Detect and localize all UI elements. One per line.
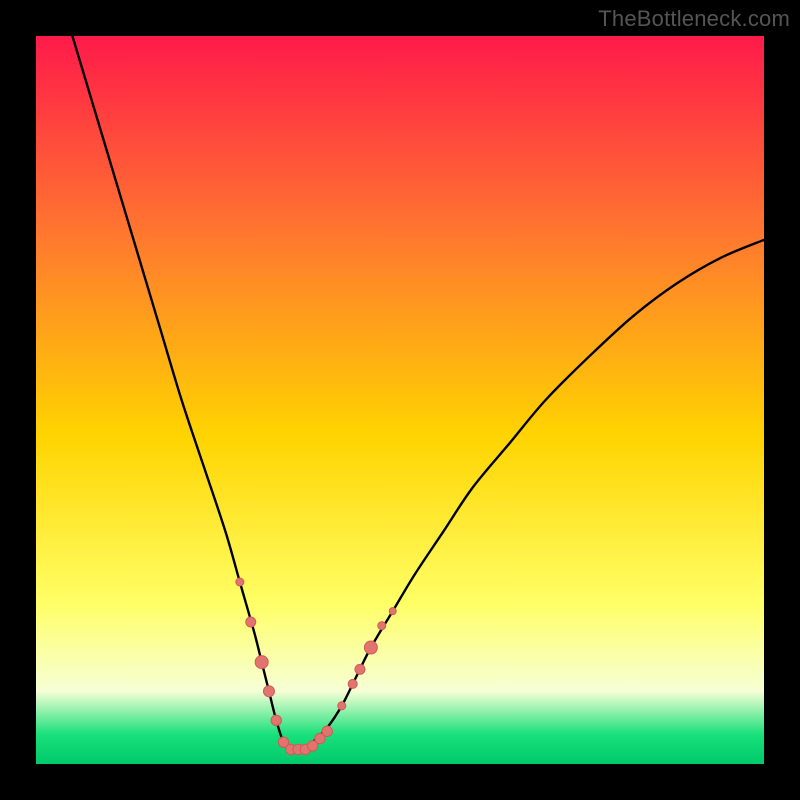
data-marker: [236, 578, 244, 586]
data-marker: [364, 641, 377, 654]
data-marker: [378, 622, 386, 630]
watermark-text: TheBottleneck.com: [598, 6, 790, 32]
data-marker: [255, 656, 268, 669]
data-marker: [389, 608, 396, 615]
data-marker: [246, 617, 256, 627]
data-marker: [348, 679, 357, 688]
data-marker: [263, 686, 274, 697]
data-marker: [355, 664, 365, 674]
data-marker: [338, 702, 346, 710]
chart-svg: [0, 0, 800, 800]
data-marker: [271, 715, 281, 725]
chart-stage: TheBottleneck.com: [0, 0, 800, 800]
data-marker: [322, 726, 332, 736]
plot-background: [36, 36, 764, 764]
